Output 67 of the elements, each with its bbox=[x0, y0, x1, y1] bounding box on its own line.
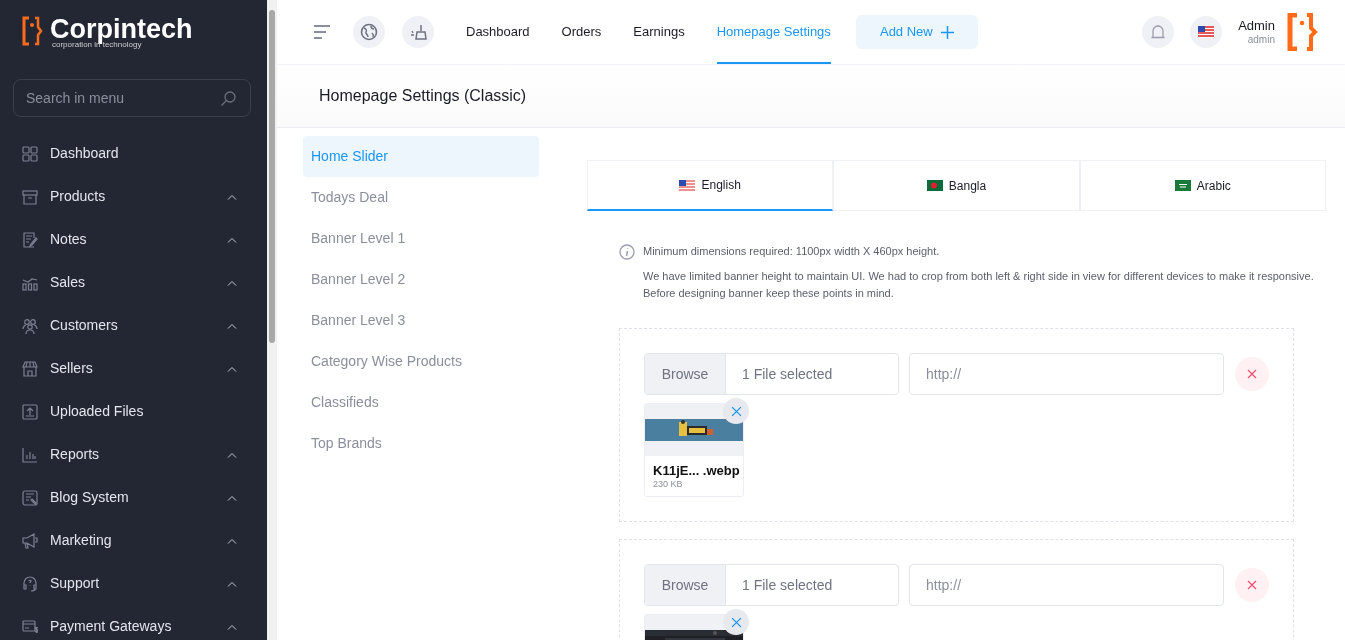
sidebar-item[interactable]: Products bbox=[0, 175, 267, 218]
sidebar-item[interactable]: Support bbox=[0, 562, 267, 605]
avatar-logo-icon[interactable] bbox=[1287, 13, 1318, 51]
info-icon bbox=[619, 244, 635, 260]
nav-link[interactable]: Orders bbox=[561, 0, 602, 64]
people-icon bbox=[22, 317, 38, 334]
note-text: Minimum dimensions required: 1100px width X 460px height. bbox=[643, 244, 941, 259]
nav-link[interactable]: Dashboard bbox=[466, 0, 530, 64]
globe-icon[interactable] bbox=[353, 16, 385, 48]
language-tab[interactable]: Arabic bbox=[1079, 160, 1326, 211]
sidebar-item[interactable]: Sellers bbox=[0, 347, 267, 390]
report-icon bbox=[22, 446, 38, 463]
page-title: Homepage Settings (Classic) bbox=[319, 86, 527, 106]
search-field[interactable]: Search in menu bbox=[13, 79, 251, 117]
note-text: We have limited banner height to maintain UI. We had to crop from both left & right side in view for different devices to make it responsive. Before designing banner keep these points in mind. bbox=[643, 269, 1315, 301]
menu-icon[interactable] bbox=[313, 24, 331, 40]
box-icon bbox=[22, 188, 38, 205]
logo-icon bbox=[22, 16, 44, 46]
link-field[interactable]: http:// bbox=[909, 353, 1225, 395]
file-input-field[interactable]: Browse 1 File selected bbox=[644, 564, 899, 606]
remove-file-button[interactable] bbox=[723, 609, 749, 635]
grid-icon bbox=[22, 145, 38, 162]
card-icon bbox=[22, 618, 38, 635]
note-icon bbox=[22, 231, 38, 248]
sidebar-item[interactable]: Dashboard bbox=[0, 132, 267, 175]
bell-icon[interactable] bbox=[1142, 16, 1175, 48]
file-size: 230 KB bbox=[652, 478, 684, 492]
flag-icon bbox=[1174, 180, 1191, 191]
megaphone-icon bbox=[22, 532, 38, 549]
sidebar-item[interactable]: Payment Gateways bbox=[0, 605, 267, 640]
sidebar-item[interactable]: Sales bbox=[0, 261, 267, 304]
blog-icon bbox=[22, 489, 38, 506]
sidebar-item[interactable]: Notes bbox=[0, 218, 267, 261]
file-input-field[interactable]: Browse 1 File selected bbox=[644, 353, 899, 395]
file-status-text: 1 File selected bbox=[741, 364, 833, 384]
scrollbar[interactable] bbox=[267, 0, 277, 640]
search-icon bbox=[220, 90, 237, 107]
browse-button[interactable]: Browse bbox=[645, 354, 726, 394]
remove-button[interactable] bbox=[1235, 357, 1269, 391]
user-role: admin bbox=[1246, 33, 1275, 46]
flag-icon bbox=[926, 180, 943, 191]
upload-icon bbox=[22, 403, 38, 420]
language-tab[interactable]: Bangla bbox=[833, 160, 1080, 211]
close-icon bbox=[730, 405, 742, 417]
link-field[interactable]: http:// bbox=[909, 564, 1225, 606]
browse-button[interactable]: Browse bbox=[645, 565, 726, 605]
brand-name: Corpintech bbox=[50, 16, 193, 43]
flag-icon[interactable] bbox=[1190, 16, 1223, 48]
broom-icon[interactable] bbox=[402, 16, 434, 48]
close-icon bbox=[730, 616, 742, 628]
file-name: K11jE... .webp bbox=[652, 462, 741, 479]
plus-icon bbox=[940, 25, 954, 39]
language-tab[interactable]: English bbox=[587, 160, 834, 211]
remove-button[interactable] bbox=[1235, 568, 1269, 602]
flag-icon bbox=[679, 179, 696, 191]
sidebar-item[interactable]: Uploaded Files bbox=[0, 390, 267, 433]
store-icon bbox=[22, 360, 38, 377]
sidebar-item[interactable]: Marketing bbox=[0, 519, 267, 562]
nav-link[interactable]: Earnings bbox=[633, 0, 685, 64]
close-icon bbox=[1247, 580, 1258, 590]
headset-icon bbox=[22, 575, 38, 592]
file-status-text: 1 File selected bbox=[741, 575, 833, 595]
close-icon bbox=[1247, 369, 1258, 379]
sidebar-item[interactable]: Customers bbox=[0, 304, 267, 347]
user-name: Admin bbox=[1238, 18, 1275, 34]
sidebar-item[interactable]: Reports bbox=[0, 433, 267, 476]
sidebar-item[interactable]: Blog System bbox=[0, 476, 267, 519]
